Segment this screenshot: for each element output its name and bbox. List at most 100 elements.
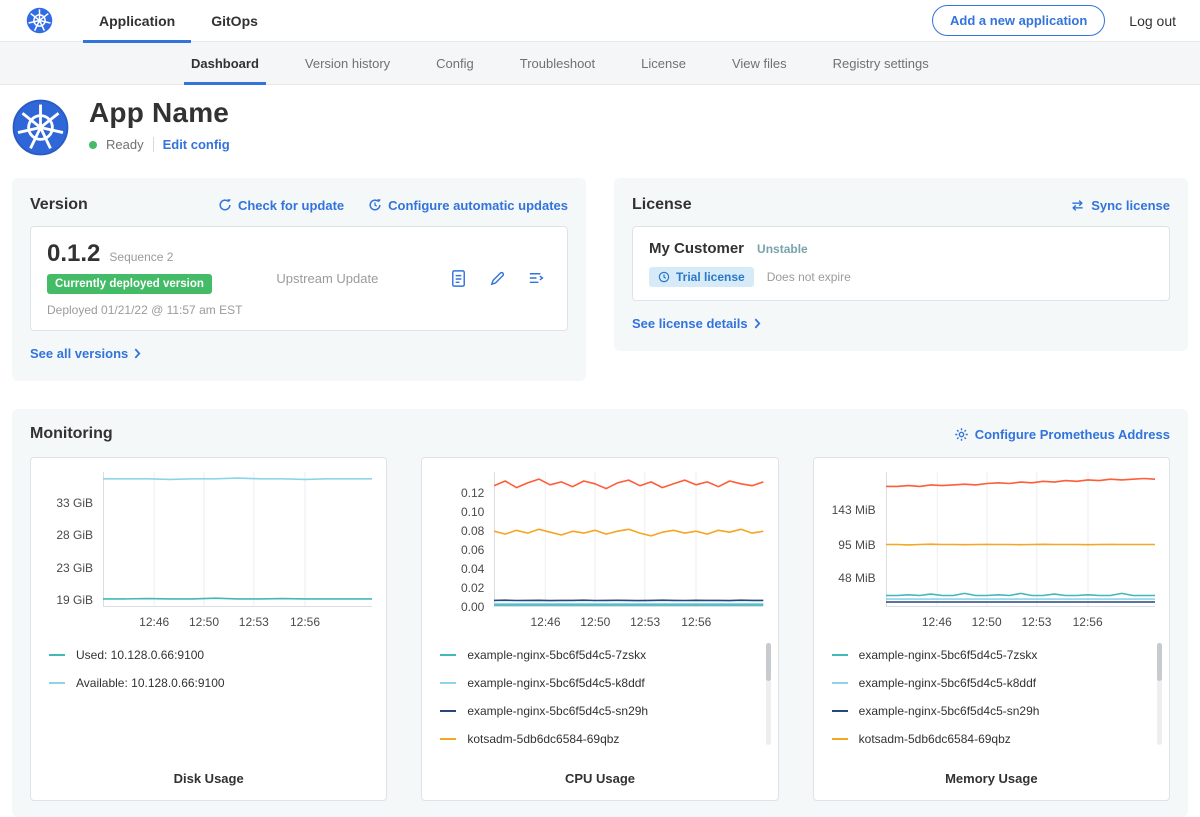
app-header-text: App Name Ready Edit config (89, 97, 230, 152)
chart-plot (494, 472, 763, 607)
y-axis-tick-label: 95 MiB (838, 538, 875, 552)
tab-config[interactable]: Config (413, 42, 497, 84)
add-application-button[interactable]: Add a new application (932, 5, 1105, 36)
legend-scrollbar[interactable] (766, 643, 771, 745)
series-line (103, 478, 372, 479)
customer-name: My Customer (649, 240, 744, 257)
legend-color-line (832, 710, 848, 712)
y-axis: 33 GiB 28 GiB 23 GiB 19 GiB (45, 472, 103, 607)
divider (153, 137, 154, 152)
legend-color-line (832, 682, 848, 684)
version-card: Version Check for update Configure autom… (12, 178, 586, 381)
legend-scrollbar[interactable] (1157, 643, 1162, 745)
y-axis-tick-label: 0.06 (461, 543, 484, 557)
license-card-title: License (632, 196, 692, 214)
sequence-label: Sequence 2 (109, 250, 173, 264)
legend-item: example-nginx-5bc6f5d4c5-sn29h (440, 697, 763, 725)
chart-legend: Used: 10.128.0.66:9100Available: 10.128.… (45, 641, 372, 697)
see-license-details-label: See license details (632, 316, 748, 331)
legend-color-line (440, 710, 456, 712)
see-all-versions-link[interactable]: See all versions (30, 346, 141, 361)
legend-color-line (440, 682, 456, 684)
y-axis-tick-label: 0.00 (461, 600, 484, 614)
sync-license-link[interactable]: Sync license (1070, 198, 1170, 213)
gear-icon (954, 427, 969, 442)
ready-status-dot (89, 141, 97, 149)
deploy-logs-icon[interactable] (526, 268, 547, 289)
y-axis-tick-label: 0.10 (461, 505, 484, 519)
x-axis-tick-label: 12:46 (530, 615, 560, 629)
configure-automatic-updates-label: Configure automatic updates (388, 198, 568, 213)
y-axis-tick-label: 143 MiB (832, 503, 876, 517)
y-axis: 143 MiB95 MiB48 MiB (828, 472, 886, 607)
sub-nav: Dashboard Version history Config Trouble… (0, 42, 1200, 85)
y-axis-tick-label: 23 GiB (56, 561, 93, 575)
tab-license[interactable]: License (618, 42, 709, 84)
cards-row: Version Check for update Configure autom… (0, 172, 1200, 381)
app-icon (12, 99, 69, 156)
tab-registry-settings[interactable]: Registry settings (810, 42, 952, 84)
chart-title: CPU Usage (436, 761, 763, 790)
check-for-update-link[interactable]: Check for update (218, 198, 344, 213)
configure-prometheus-link[interactable]: Configure Prometheus Address (954, 427, 1170, 442)
sync-license-label: Sync license (1091, 198, 1170, 213)
x-axis-tick-label: 12:50 (972, 615, 1002, 629)
chevron-right-icon (134, 348, 141, 359)
x-axis: 12:4612:5012:5312:56 (494, 607, 763, 633)
chart-panel-memory-usage: 143 MiB95 MiB48 MiB 12:4612:5012:5312:56… (813, 457, 1170, 801)
y-axis-tick-label: 0.04 (461, 562, 484, 576)
tab-troubleshoot[interactable]: Troubleshoot (497, 42, 618, 84)
series-line (886, 479, 1155, 487)
legend-item: example-nginx-5bc6f5d4c5-7zskx (440, 641, 763, 669)
tab-dashboard[interactable]: Dashboard (168, 42, 282, 84)
see-license-details-link[interactable]: See license details (632, 316, 761, 331)
configure-prometheus-label: Configure Prometheus Address (975, 427, 1170, 442)
scrollbar-thumb[interactable] (766, 643, 771, 681)
legend-label: example-nginx-5bc6f5d4c5-sn29h (467, 704, 648, 718)
edit-config-link[interactable]: Edit config (163, 137, 230, 152)
tab-gitops-label: GitOps (211, 13, 258, 29)
tab-application[interactable]: Application (81, 0, 193, 42)
release-notes-icon[interactable] (448, 268, 469, 289)
legend-color-line (49, 654, 65, 656)
tab-view-files[interactable]: View files (709, 42, 810, 84)
x-axis-tick-label: 12:53 (239, 615, 269, 629)
logout-link[interactable]: Log out (1129, 13, 1176, 29)
x-axis-tick-label: 12:46 (922, 615, 952, 629)
charts-row: 33 GiB 28 GiB 23 GiB 19 GiB 12:46 12:50 12:53… (30, 457, 1170, 801)
tab-version-history[interactable]: Version history (282, 42, 413, 84)
x-axis-tick-label: 12:50 (580, 615, 610, 629)
x-axis-tick-label: 12:53 (630, 615, 660, 629)
edit-config-values-icon[interactable] (487, 268, 508, 289)
channel-label: Unstable (757, 242, 808, 256)
series-line (494, 479, 763, 489)
legend-label: example-nginx-5bc6f5d4c5-sn29h (859, 704, 1040, 718)
y-axis-tick-label: 0.02 (461, 581, 484, 595)
expiration-text: Does not expire (767, 270, 851, 284)
legend-color-line (832, 654, 848, 656)
chart-panel-cpu-usage: 0.120.100.080.060.040.020.00 12:4612:501… (421, 457, 778, 801)
kubernetes-logo-icon[interactable] (26, 7, 53, 34)
tab-gitops[interactable]: GitOps (193, 0, 276, 42)
legend-color-line (440, 654, 456, 656)
clock-icon (658, 271, 670, 283)
sync-icon (1070, 198, 1085, 213)
legend-item: Used: 10.128.0.66:9100 (49, 641, 372, 669)
chart-title: Disk Usage (45, 761, 372, 790)
y-axis-tick-label: 28 GiB (56, 528, 93, 542)
y-axis-tick-label: 19 GiB (56, 593, 93, 607)
version-number: 0.1.2 (47, 240, 100, 268)
y-axis-tick-label: 33 GiB (56, 496, 93, 510)
current-version-info: 0.1.2 Sequence 2 Currently deployed vers… (47, 240, 242, 317)
legend-label: example-nginx-5bc6f5d4c5-7zskx (467, 648, 646, 662)
configure-automatic-updates-link[interactable]: Configure automatic updates (368, 198, 568, 213)
legend-label: example-nginx-5bc6f5d4c5-k8ddf (467, 676, 644, 690)
scrollbar-thumb[interactable] (1157, 643, 1162, 681)
current-version-panel: 0.1.2 Sequence 2 Currently deployed vers… (30, 226, 568, 331)
legend-color-line (440, 738, 456, 740)
x-axis-tick-label: 12:53 (1021, 615, 1051, 629)
series-line (494, 529, 763, 536)
chart-plot (886, 472, 1155, 607)
series-line (886, 544, 1155, 545)
status-label: Ready (106, 137, 144, 152)
